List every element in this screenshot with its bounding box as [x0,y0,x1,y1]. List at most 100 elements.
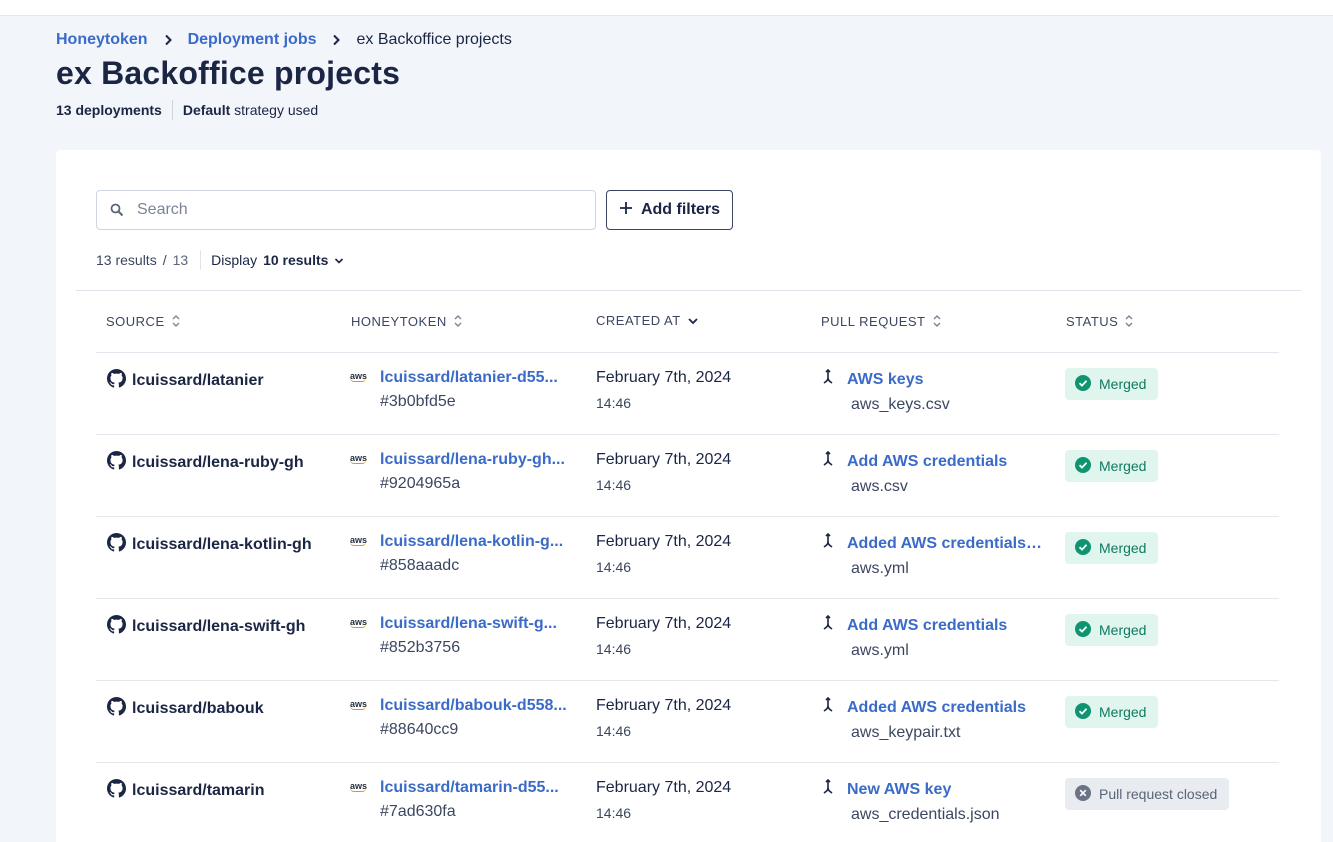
source-cell[interactable]: lcuissard/babouk [107,697,264,721]
table-row[interactable]: lcuissard/tamarin aws lcuissard/tamarin-… [96,763,1279,842]
honeytoken-id: #852b3756 [380,639,461,656]
honeytoken-link[interactable]: lcuissard/babouk-d558... [380,697,574,715]
honeytoken-cell: aws lcuissard/lena-swift-g... #852b3756 [350,615,580,657]
table-row[interactable]: lcuissard/latanier aws lcuissard/latanie… [96,353,1279,435]
page-meta: 13 deployments Default strategy used [56,100,319,120]
created-time: 14:46 [596,723,632,739]
github-icon [107,533,126,557]
top-bar [0,0,1333,16]
check-circle-icon [1075,702,1091,722]
results-slash: / [162,252,167,268]
status-label: Merged [1099,458,1147,474]
created-time: 14:46 [596,395,632,411]
honeytoken-link[interactable]: lcuissard/tamarin-d55... [380,779,574,797]
column-pull-request[interactable]: PULL REQUEST [821,313,942,329]
source-cell[interactable]: lcuissard/tamarin [107,779,265,803]
aws-icon: aws [350,453,368,464]
created-time: 14:46 [596,559,632,575]
source-name: lcuissard/lena-ruby-gh [132,454,304,471]
check-circle-icon [1075,620,1091,640]
honeytoken-id: #7ad630fa [380,803,456,820]
column-source[interactable]: SOURCE [106,313,181,329]
column-status-label: STATUS [1066,313,1119,329]
table-header: SOURCE HONEYTOKEN CREATED AT PULL REQUES… [96,291,1279,353]
honeytoken-link[interactable]: lcuissard/lena-ruby-gh... [380,451,574,469]
column-source-label: SOURCE [106,313,165,329]
sort-icon[interactable] [453,313,463,329]
table-row[interactable]: lcuissard/lena-ruby-gh aws lcuissard/len… [96,435,1279,517]
status-badge: Pull request closed [1065,778,1230,810]
honeytoken-link[interactable]: lcuissard/latanier-d55... [380,369,574,387]
source-name: lcuissard/lena-swift-gh [132,618,306,635]
status-label: Merged [1099,540,1147,556]
results-divider [200,250,202,270]
pull-request-link[interactable]: AWS keys [847,371,1043,389]
deployments-count: 13 deployments [56,102,162,118]
pull-request-link[interactable]: Add AWS credentials [847,453,1043,471]
aws-icon: aws [350,371,368,382]
column-created-at[interactable]: CREATED AT [596,313,699,328]
pull-request-file: aws_keys.csv [851,396,950,413]
pull-request-link[interactable]: Added AWS credentials ... [847,535,1043,553]
source-cell[interactable]: lcuissard/lena-ruby-gh [107,451,304,475]
aws-icon: aws [350,699,368,710]
breadcrumb-honeytoken[interactable]: Honeytoken [56,31,148,49]
display-dropdown[interactable]: Display 10 results [211,252,344,268]
search-box[interactable] [96,190,596,230]
column-honeytoken[interactable]: HONEYTOKEN [351,313,463,329]
check-circle-icon [1075,456,1091,476]
pull-request-icon [821,368,835,390]
pull-request-file: aws.yml [851,560,909,577]
honeytoken-link[interactable]: lcuissard/lena-swift-g... [380,615,574,633]
add-filters-button[interactable]: Add filters [606,190,733,230]
pull-request-cell: AWS keys aws_keys.csv [821,368,1043,414]
github-icon [107,369,126,393]
honeytoken-id: #88640cc9 [380,721,459,738]
created-at-cell: February 7th, 2024 14:46 [596,697,731,739]
search-input[interactable] [137,201,577,219]
pull-request-link[interactable]: Added AWS credentials [847,699,1043,717]
pull-request-icon [821,696,835,718]
breadcrumb: Honeytoken Deployment jobs ex Backoffice… [56,30,512,50]
results-total: 13 [172,252,189,268]
column-status[interactable]: STATUS [1066,313,1134,329]
github-icon [107,697,126,721]
strategy-name: Default [182,102,231,118]
source-cell[interactable]: lcuissard/lena-kotlin-gh [107,533,312,557]
honeytoken-cell: aws lcuissard/lena-kotlin-g... #858aaadc [350,533,580,575]
sort-icon[interactable] [932,313,942,329]
honeytoken-link[interactable]: lcuissard/lena-kotlin-g... [380,533,574,551]
page-title: ex Backoffice projects [56,55,401,91]
source-cell[interactable]: lcuissard/lena-swift-gh [107,615,305,639]
table-row[interactable]: lcuissard/lena-kotlin-gh aws lcuissard/l… [96,517,1279,599]
honeytoken-cell: aws lcuissard/lena-ruby-gh... #9204965a [350,451,580,493]
created-date: February 7th, 2024 [596,615,732,632]
honeytoken-cell: aws lcuissard/tamarin-d55... #7ad630fa [350,779,580,821]
x-circle-icon [1075,784,1091,804]
pull-request-link[interactable]: Add AWS credentials [847,617,1043,635]
created-time: 14:46 [596,641,632,657]
pull-request-link[interactable]: New AWS key [847,781,1043,799]
pull-request-icon [821,614,835,636]
plus-icon [619,201,633,220]
created-date: February 7th, 2024 [596,533,732,550]
status-cell: Merged [1065,696,1159,728]
source-name: lcuissard/babouk [132,700,264,717]
deployments-card: Add filters 13 results / 13 Display 10 r… [56,150,1321,842]
status-badge: Merged [1065,532,1159,564]
chevron-down-icon[interactable] [687,316,699,326]
search-icon [97,203,137,217]
breadcrumb-deployment-jobs[interactable]: Deployment jobs [188,31,317,49]
pull-request-file: aws.csv [851,478,908,495]
table-row[interactable]: lcuissard/babouk aws lcuissard/babouk-d5… [96,681,1279,763]
created-at-cell: February 7th, 2024 14:46 [596,369,731,411]
table-row[interactable]: lcuissard/lena-swift-gh aws lcuissard/le… [96,599,1279,681]
created-date: February 7th, 2024 [596,451,732,468]
status-badge: Merged [1065,368,1159,400]
sort-icon[interactable] [1124,313,1134,329]
source-cell[interactable]: lcuissard/latanier [107,369,264,393]
github-icon [107,615,126,639]
results-bar: 13 results / 13 Display 10 results [96,250,344,270]
strategy-suffix: strategy used [234,102,319,118]
sort-icon[interactable] [171,313,181,329]
